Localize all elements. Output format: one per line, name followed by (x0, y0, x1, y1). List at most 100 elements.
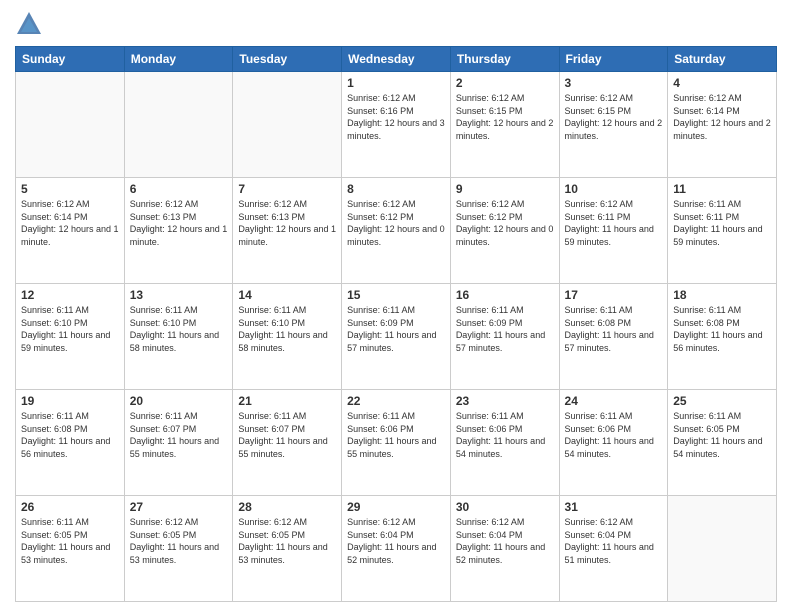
day-number: 31 (565, 500, 663, 514)
week-row-2: 5Sunrise: 6:12 AM Sunset: 6:14 PM Daylig… (16, 178, 777, 284)
day-info: Sunrise: 6:11 AM Sunset: 6:09 PM Dayligh… (347, 304, 445, 354)
day-cell: 17 Sunrise: 6:11 AM Sunset: 6:08 PM Dayli… (559, 284, 668, 390)
weekday-monday: Monday (124, 47, 233, 72)
day-number: 6 (130, 182, 228, 196)
weekday-friday: Friday (559, 47, 668, 72)
day-info: Sunrise: 6:12 AM Sunset: 6:15 PM Dayligh… (456, 92, 554, 142)
week-row-4: 19 Sunrise: 6:11 AM Sunset: 6:08 PM Dayli… (16, 390, 777, 496)
day-info: Sunrise: 6:12 AM Sunset: 6:14 PM Dayligh… (21, 198, 119, 248)
day-number: 30 (456, 500, 554, 514)
day-info: Sunrise: 6:11 AM Sunset: 6:08 PM Dayligh… (565, 304, 663, 354)
day-number: 16 (456, 288, 554, 302)
day-info: Sunrise: 6:11 AM Sunset: 6:05 PM Dayligh… (21, 516, 119, 566)
weekday-sunday: Sunday (16, 47, 125, 72)
day-info: Sunrise: 6:12 AM Sunset: 6:05 PM Dayligh… (238, 516, 336, 566)
day-cell: 22 Sunrise: 6:11 AM Sunset: 6:06 PM Dayli… (342, 390, 451, 496)
weekday-header-row: SundayMondayTuesdayWednesdayThursdayFrid… (16, 47, 777, 72)
day-number: 3 (565, 76, 663, 90)
day-info: Sunrise: 6:12 AM Sunset: 6:13 PM Dayligh… (238, 198, 336, 248)
day-info: Sunrise: 6:12 AM Sunset: 6:05 PM Dayligh… (130, 516, 228, 566)
day-number: 13 (130, 288, 228, 302)
page: SundayMondayTuesdayWednesdayThursdayFrid… (0, 0, 792, 612)
day-cell: 29 Sunrise: 6:12 AM Sunset: 6:04 PM Dayli… (342, 496, 451, 602)
day-info: Sunrise: 6:12 AM Sunset: 6:13 PM Dayligh… (130, 198, 228, 248)
day-info: Sunrise: 6:12 AM Sunset: 6:14 PM Dayligh… (673, 92, 771, 142)
day-info: Sunrise: 6:12 AM Sunset: 6:16 PM Dayligh… (347, 92, 445, 142)
day-cell (668, 496, 777, 602)
day-info: Sunrise: 6:11 AM Sunset: 6:09 PM Dayligh… (456, 304, 554, 354)
day-number: 1 (347, 76, 445, 90)
day-info: Sunrise: 6:11 AM Sunset: 6:08 PM Dayligh… (673, 304, 771, 354)
day-cell: 27 Sunrise: 6:12 AM Sunset: 6:05 PM Dayli… (124, 496, 233, 602)
day-number: 23 (456, 394, 554, 408)
day-cell: 28 Sunrise: 6:12 AM Sunset: 6:05 PM Dayli… (233, 496, 342, 602)
day-cell: 30 Sunrise: 6:12 AM Sunset: 6:04 PM Dayli… (450, 496, 559, 602)
day-cell: 12 Sunrise: 6:11 AM Sunset: 6:10 PM Dayli… (16, 284, 125, 390)
day-cell (124, 72, 233, 178)
day-cell: 25Sunrise: 6:11 AM Sunset: 6:05 PM Dayli… (668, 390, 777, 496)
day-info: Sunrise: 6:11 AM Sunset: 6:06 PM Dayligh… (565, 410, 663, 460)
day-info: Sunrise: 6:12 AM Sunset: 6:04 PM Dayligh… (347, 516, 445, 566)
day-number: 20 (130, 394, 228, 408)
day-number: 12 (21, 288, 119, 302)
day-cell: 24 Sunrise: 6:11 AM Sunset: 6:06 PM Dayli… (559, 390, 668, 496)
day-number: 19 (21, 394, 119, 408)
day-info: Sunrise: 6:12 AM Sunset: 6:15 PM Dayligh… (565, 92, 663, 142)
day-number: 15 (347, 288, 445, 302)
day-cell: 10Sunrise: 6:12 AM Sunset: 6:11 PM Dayli… (559, 178, 668, 284)
week-row-3: 12 Sunrise: 6:11 AM Sunset: 6:10 PM Dayli… (16, 284, 777, 390)
day-info: Sunrise: 6:11 AM Sunset: 6:10 PM Dayligh… (21, 304, 119, 354)
day-info: Sunrise: 6:12 AM Sunset: 6:04 PM Dayligh… (565, 516, 663, 566)
day-cell: 1 Sunrise: 6:12 AM Sunset: 6:16 PM Daylig… (342, 72, 451, 178)
day-cell: 9Sunrise: 6:12 AM Sunset: 6:12 PM Daylig… (450, 178, 559, 284)
day-info: Sunrise: 6:11 AM Sunset: 6:06 PM Dayligh… (347, 410, 445, 460)
logo-icon (15, 10, 43, 38)
day-cell: 15 Sunrise: 6:11 AM Sunset: 6:09 PM Dayli… (342, 284, 451, 390)
day-number: 10 (565, 182, 663, 196)
day-number: 2 (456, 76, 554, 90)
day-cell: 26 Sunrise: 6:11 AM Sunset: 6:05 PM Dayli… (16, 496, 125, 602)
day-cell: 18 Sunrise: 6:11 AM Sunset: 6:08 PM Dayli… (668, 284, 777, 390)
calendar-table: SundayMondayTuesdayWednesdayThursdayFrid… (15, 46, 777, 602)
header (15, 10, 777, 38)
day-cell: 16 Sunrise: 6:11 AM Sunset: 6:09 PM Dayli… (450, 284, 559, 390)
day-cell: 21Sunrise: 6:11 AM Sunset: 6:07 PM Dayli… (233, 390, 342, 496)
day-info: Sunrise: 6:11 AM Sunset: 6:10 PM Dayligh… (130, 304, 228, 354)
day-number: 8 (347, 182, 445, 196)
day-number: 7 (238, 182, 336, 196)
day-info: Sunrise: 6:11 AM Sunset: 6:07 PM Dayligh… (238, 410, 336, 460)
day-number: 24 (565, 394, 663, 408)
day-cell: 23 Sunrise: 6:11 AM Sunset: 6:06 PM Dayli… (450, 390, 559, 496)
day-number: 9 (456, 182, 554, 196)
day-number: 4 (673, 76, 771, 90)
day-info: Sunrise: 6:12 AM Sunset: 6:12 PM Dayligh… (347, 198, 445, 248)
day-info: Sunrise: 6:11 AM Sunset: 6:05 PM Dayligh… (673, 410, 771, 460)
weekday-thursday: Thursday (450, 47, 559, 72)
day-number: 27 (130, 500, 228, 514)
day-cell: 7 Sunrise: 6:12 AM Sunset: 6:13 PM Daylig… (233, 178, 342, 284)
day-info: Sunrise: 6:11 AM Sunset: 6:06 PM Dayligh… (456, 410, 554, 460)
day-cell: 3 Sunrise: 6:12 AM Sunset: 6:15 PM Daylig… (559, 72, 668, 178)
logo (15, 10, 47, 38)
day-cell (16, 72, 125, 178)
day-number: 26 (21, 500, 119, 514)
day-cell: 14Sunrise: 6:11 AM Sunset: 6:10 PM Dayli… (233, 284, 342, 390)
day-number: 29 (347, 500, 445, 514)
day-number: 28 (238, 500, 336, 514)
day-cell: 31 Sunrise: 6:12 AM Sunset: 6:04 PM Dayli… (559, 496, 668, 602)
day-cell: 19 Sunrise: 6:11 AM Sunset: 6:08 PM Dayli… (16, 390, 125, 496)
day-cell: 6 Sunrise: 6:12 AM Sunset: 6:13 PM Daylig… (124, 178, 233, 284)
day-info: Sunrise: 6:11 AM Sunset: 6:11 PM Dayligh… (673, 198, 771, 248)
day-cell: 20Sunrise: 6:11 AM Sunset: 6:07 PM Dayli… (124, 390, 233, 496)
day-number: 18 (673, 288, 771, 302)
day-cell: 2 Sunrise: 6:12 AM Sunset: 6:15 PM Daylig… (450, 72, 559, 178)
day-cell: 11Sunrise: 6:11 AM Sunset: 6:11 PM Dayli… (668, 178, 777, 284)
week-row-1: 1 Sunrise: 6:12 AM Sunset: 6:16 PM Daylig… (16, 72, 777, 178)
day-info: Sunrise: 6:12 AM Sunset: 6:04 PM Dayligh… (456, 516, 554, 566)
day-number: 22 (347, 394, 445, 408)
day-number: 17 (565, 288, 663, 302)
weekday-wednesday: Wednesday (342, 47, 451, 72)
day-info: Sunrise: 6:11 AM Sunset: 6:08 PM Dayligh… (21, 410, 119, 460)
day-info: Sunrise: 6:11 AM Sunset: 6:10 PM Dayligh… (238, 304, 336, 354)
day-cell: 8 Sunrise: 6:12 AM Sunset: 6:12 PM Daylig… (342, 178, 451, 284)
